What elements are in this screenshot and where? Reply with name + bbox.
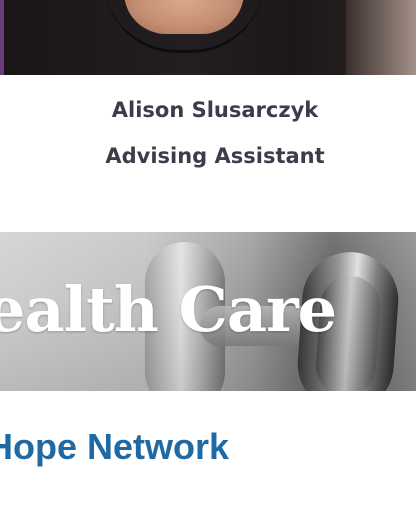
staff-name: Alison Slusarczyk <box>111 98 319 122</box>
staff-role: Advising Assistant <box>105 144 325 168</box>
health-care-banner: ealth Care <box>0 232 416 391</box>
staff-caption: Alison Slusarczyk Advising Assistant <box>0 96 416 170</box>
staff-photo <box>0 0 416 78</box>
page: Alison Slusarczyk Advising Assistant eal… <box>0 0 416 510</box>
section-heading: Hope Network <box>0 426 230 467</box>
portrait-collar <box>104 0 264 53</box>
portrait-background <box>346 0 416 75</box>
portrait-image <box>4 0 416 75</box>
banner-title: ealth Care <box>0 273 337 346</box>
